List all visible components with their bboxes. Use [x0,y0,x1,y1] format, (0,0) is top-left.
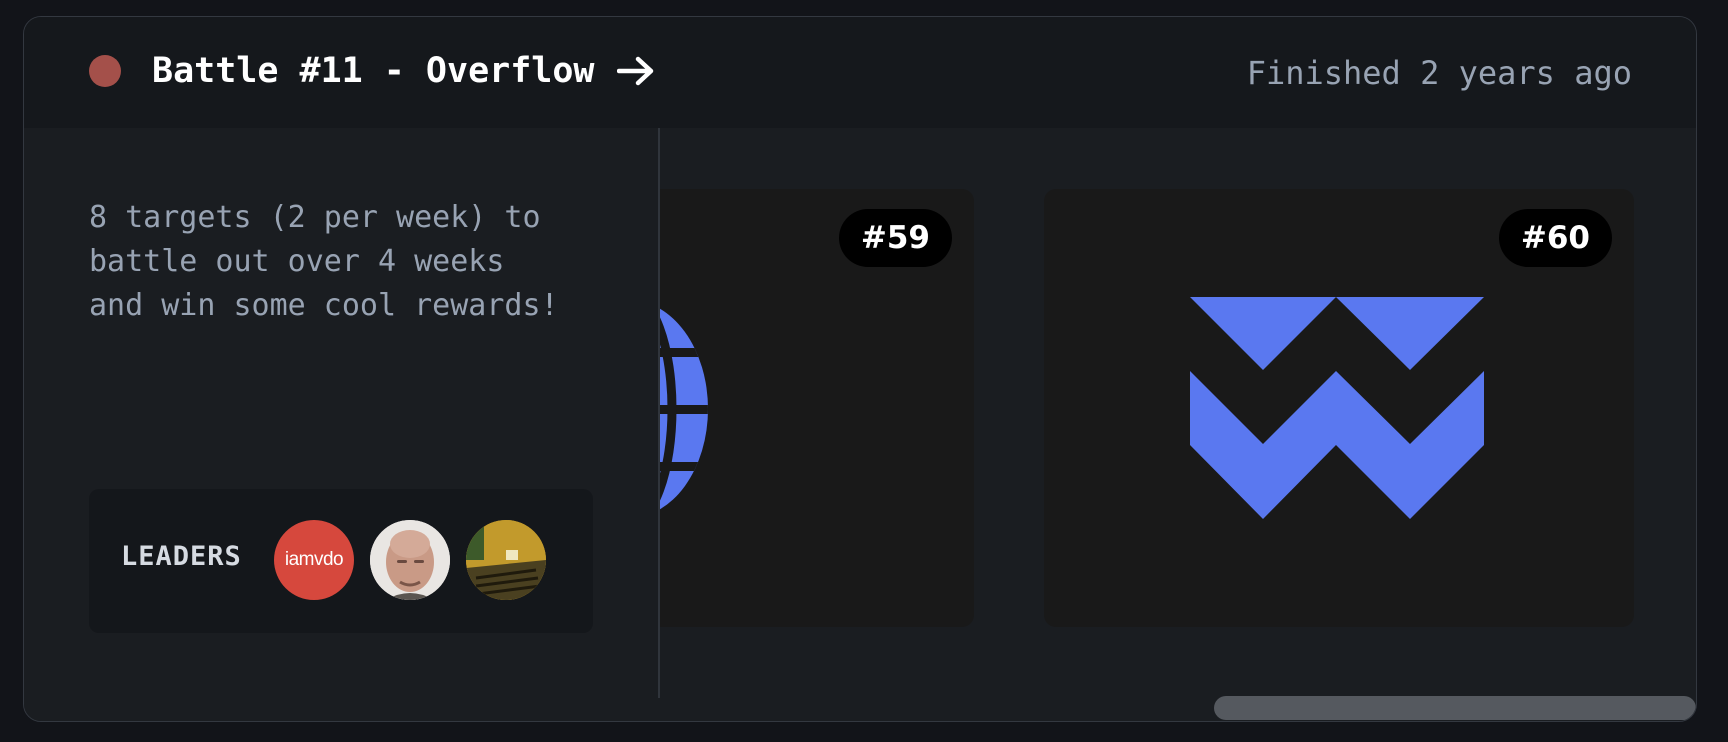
room-photo-icon [466,520,546,600]
target-card-60[interactable]: #60 [1044,189,1634,627]
battle-info-panel: 8 targets (2 per week) to battle out ove… [24,128,658,721]
zigzag-logo-icon [1190,297,1484,519]
battle-header: Battle #11 - Overflow Finished 2 years a… [24,17,1696,128]
target-number-badge: #60 [1498,209,1612,267]
battle-card: Battle #11 - Overflow Finished 2 years a… [23,16,1697,722]
person-photo-icon [370,520,450,600]
avatar-logo-text: iamvdo [284,549,344,570]
leaders-label: LEADERS [121,541,242,572]
arrow-right-icon [616,56,655,86]
leaders-panel: LEADERS iamvdo [89,489,593,633]
leader-avatar-3[interactable] [466,520,546,600]
battle-status-text: Finished 2 years ago [1246,54,1632,92]
battle-title: Battle #11 - Overflow [152,51,595,91]
status-indicator [89,55,121,87]
battle-title-link[interactable]: Battle #11 - Overflow [152,47,655,95]
horizontal-scrollbar[interactable] [1214,696,1696,720]
globe-icon [660,300,708,518]
battle-description: 8 targets (2 per week) to battle out ove… [89,200,559,323]
leader-avatar-2[interactable] [370,520,450,600]
battle-body: 8 targets (2 per week) to battle out ove… [24,128,1696,721]
target-number-badge: #59 [838,209,952,267]
target-card-59[interactable]: #59 [660,189,974,627]
leader-avatar-1[interactable]: iamvdo [274,520,354,600]
targets-carousel[interactable]: #59 #60 [660,128,1696,721]
